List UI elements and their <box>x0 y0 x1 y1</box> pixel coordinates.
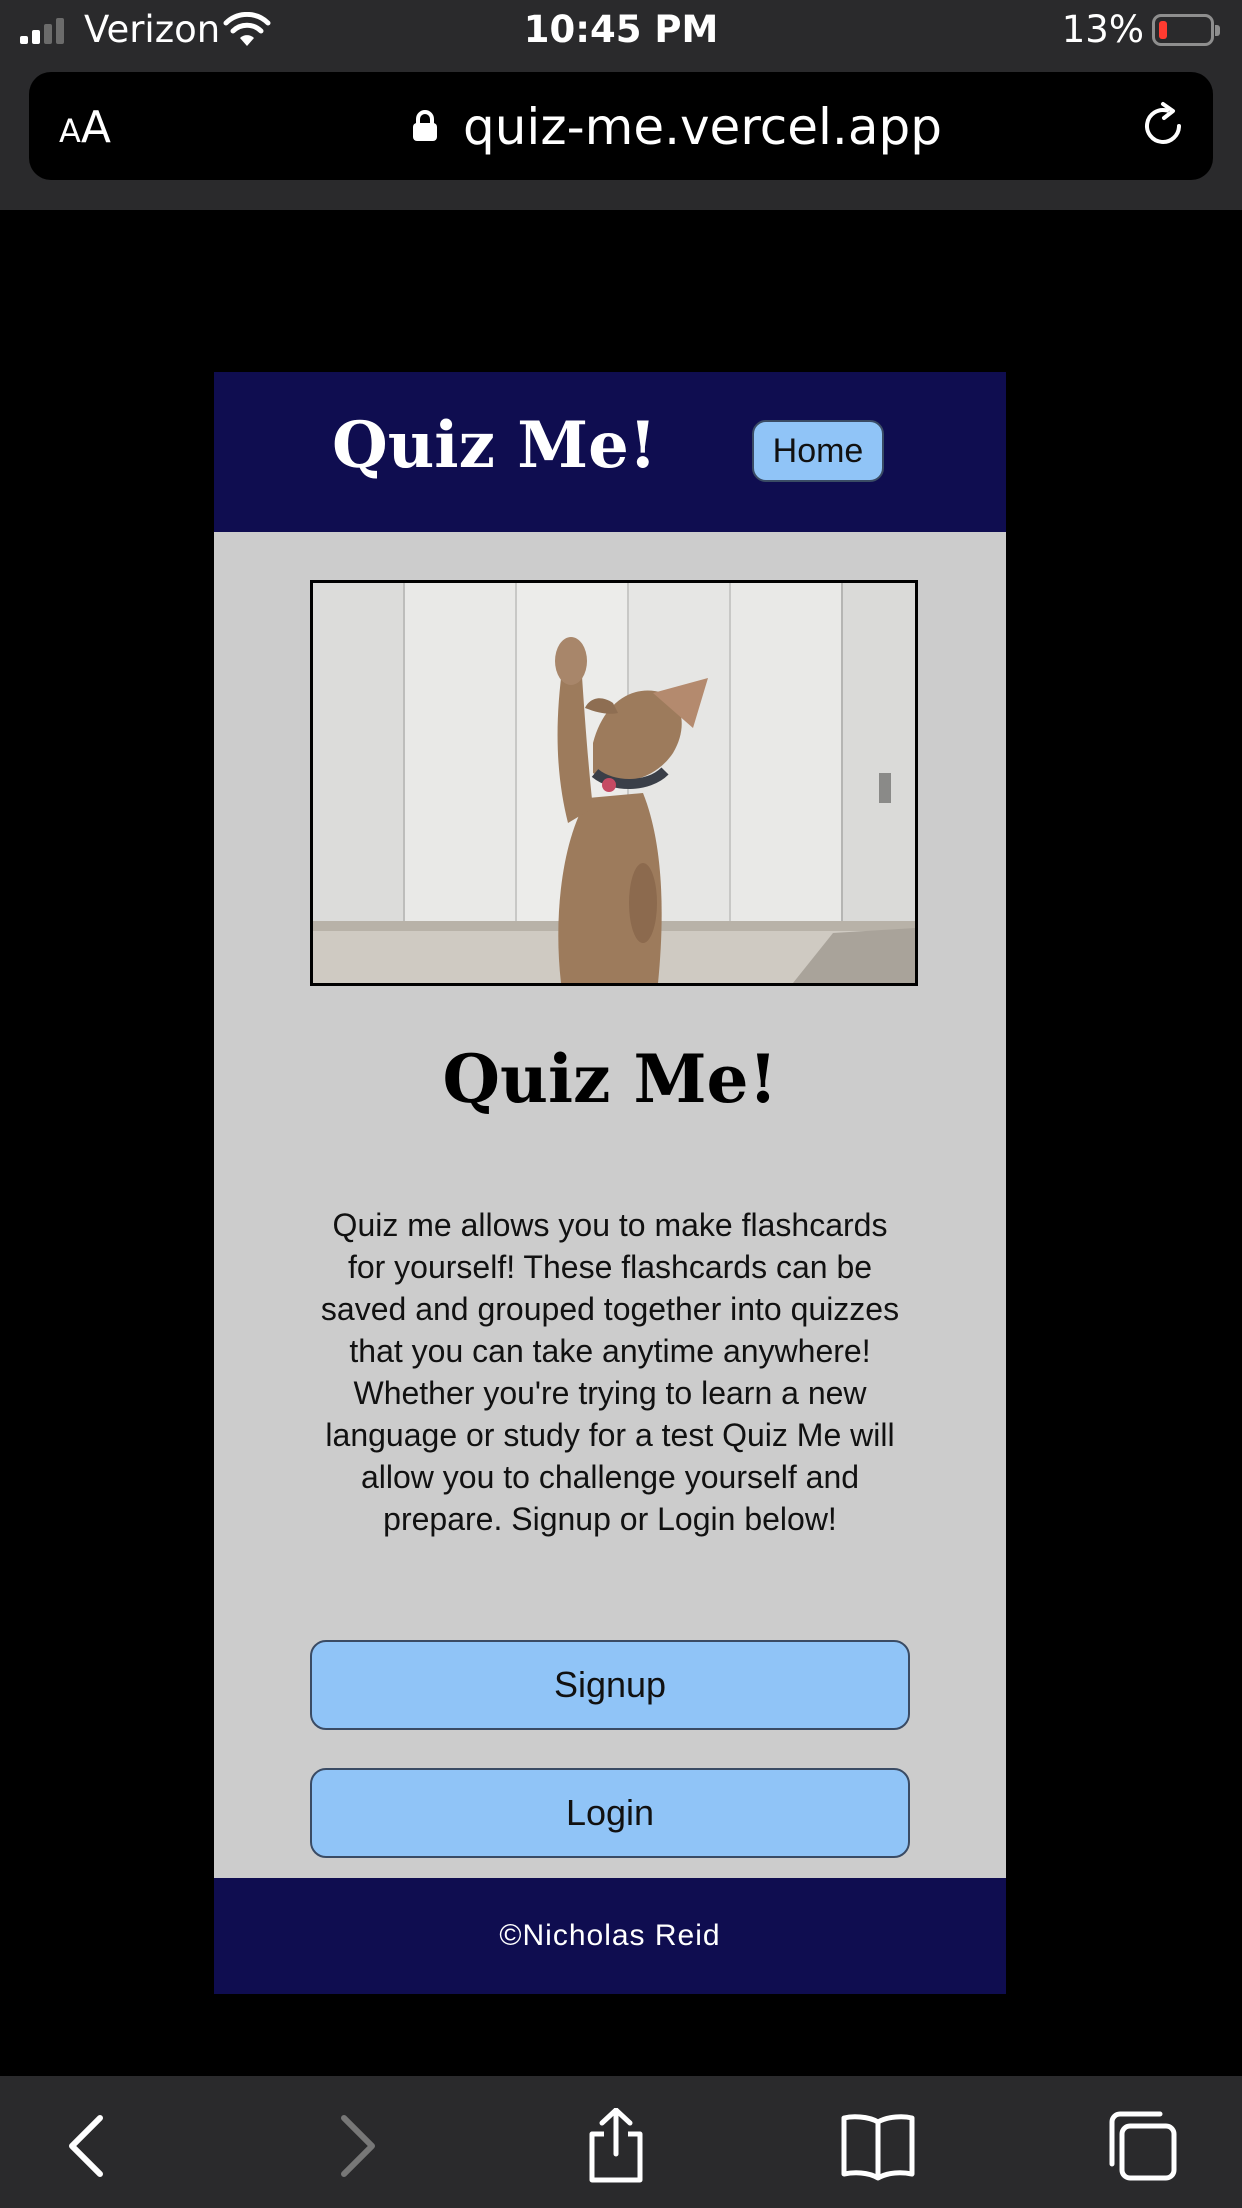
battery-icon <box>1152 14 1220 46</box>
back-icon[interactable] <box>50 2108 126 2184</box>
bookmarks-icon[interactable] <box>840 2108 916 2184</box>
hero-image <box>310 580 918 986</box>
signup-button[interactable]: Signup <box>310 1640 910 1730</box>
text-size-button[interactable]: AA <box>59 102 111 153</box>
status-bar: Verizon 10:45 PM 13% <box>0 0 1242 60</box>
page-title: Quiz Me! <box>442 1040 778 1118</box>
clock: 10:45 PM <box>523 8 719 51</box>
address-bar[interactable]: AA quiz-me.vercel.app <box>29 72 1213 180</box>
browser-toolbar <box>0 2076 1242 2208</box>
site-header: Quiz Me! Home <box>214 372 1006 532</box>
site-footer: ©Nicholas Reid <box>214 1878 1006 1994</box>
battery-percentage: 13% <box>1061 8 1144 51</box>
main-content: Quiz Me! Quiz me allows you to make flas… <box>214 532 1006 1878</box>
share-icon[interactable] <box>578 2108 654 2184</box>
tabs-icon[interactable] <box>1104 2108 1180 2184</box>
browser-address-area: AA quiz-me.vercel.app <box>0 60 1242 210</box>
url-text[interactable]: quiz-me.vercel.app <box>463 98 942 156</box>
intro-description: Quiz me allows you to make flashcards fo… <box>320 1207 900 1537</box>
lock-icon <box>413 110 437 141</box>
forward-icon[interactable] <box>318 2108 394 2184</box>
reload-icon[interactable] <box>1137 100 1189 152</box>
login-button[interactable]: Login <box>310 1768 910 1858</box>
home-button[interactable]: Home <box>752 420 884 482</box>
page-container: Quiz Me! Home Quiz Me! Quiz me allows yo… <box>214 372 1006 1994</box>
site-logo[interactable]: Quiz Me! <box>332 408 657 483</box>
